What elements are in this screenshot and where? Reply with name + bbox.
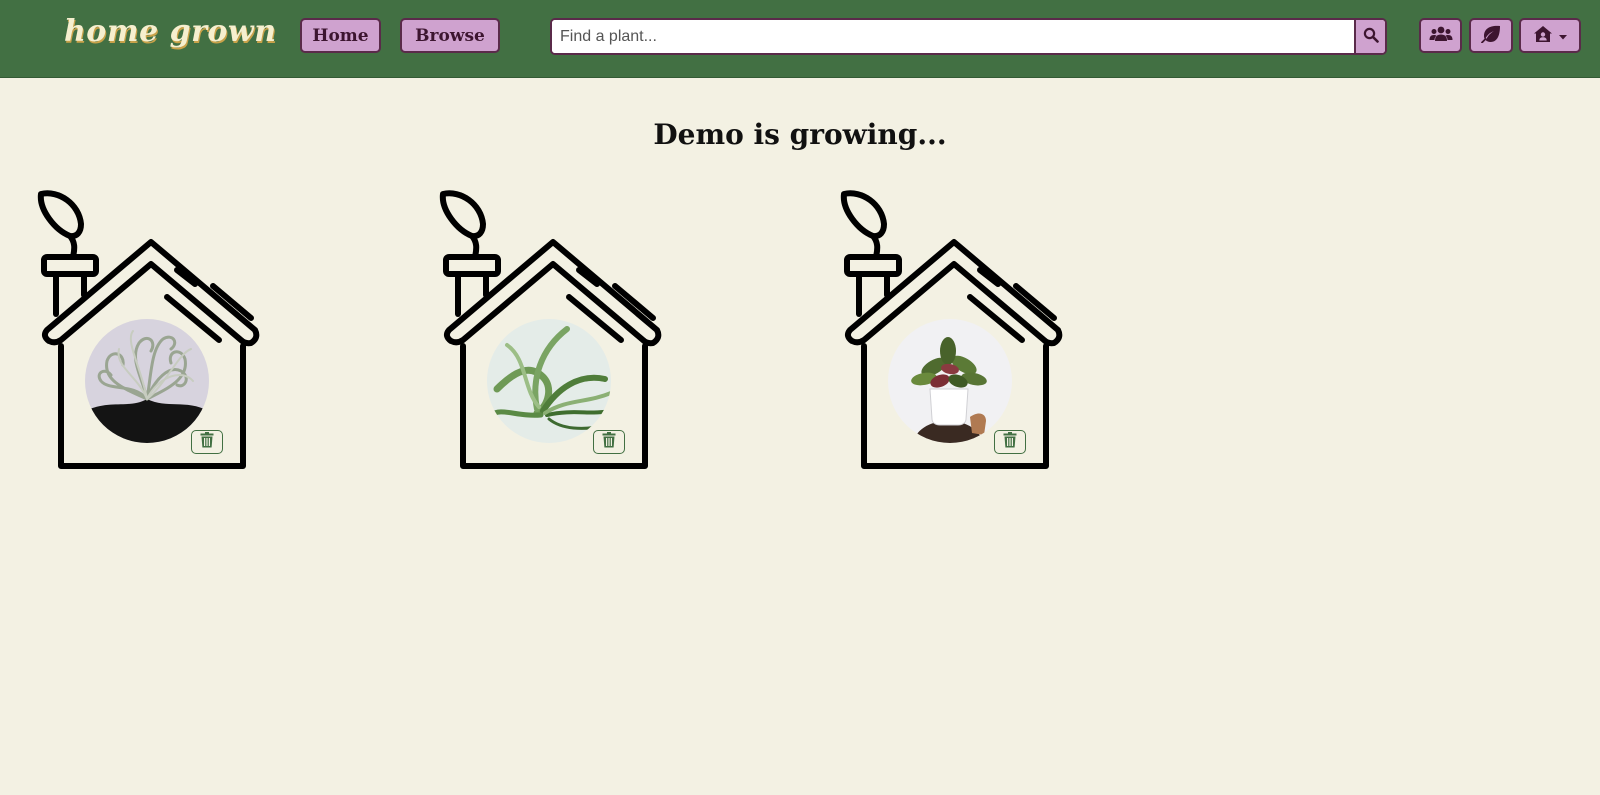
chevron-down-icon	[1558, 26, 1568, 45]
house-user-icon	[1533, 25, 1555, 47]
search-input[interactable]	[552, 20, 1355, 53]
plant-card[interactable]	[439, 190, 671, 470]
search-icon	[1363, 27, 1379, 47]
search-button[interactable]	[1354, 20, 1385, 53]
plant-card[interactable]	[37, 190, 269, 470]
users-icon	[1429, 25, 1453, 47]
trash-icon	[1003, 432, 1017, 452]
logo[interactable]: home grown	[64, 14, 277, 49]
plant-photo	[85, 319, 209, 443]
trash-icon	[602, 432, 616, 452]
account-menu-button[interactable]	[1519, 18, 1581, 53]
friends-button[interactable]	[1419, 18, 1462, 53]
plant-photo	[487, 319, 611, 443]
search-bar	[550, 18, 1387, 55]
trash-icon	[200, 432, 214, 452]
delete-plant-button[interactable]	[593, 430, 625, 454]
browse-button[interactable]: Browse	[400, 18, 500, 53]
page-title: Demo is growing...	[653, 118, 947, 151]
delete-plant-button[interactable]	[191, 430, 223, 454]
navbar: home grown Home Browse	[0, 0, 1600, 78]
plant-photo	[888, 319, 1012, 443]
delete-plant-button[interactable]	[994, 430, 1026, 454]
home-button[interactable]: Home	[300, 18, 381, 53]
my-plants-button[interactable]	[1469, 18, 1513, 53]
plant-card[interactable]	[840, 190, 1072, 470]
leaf-icon	[1481, 25, 1501, 47]
